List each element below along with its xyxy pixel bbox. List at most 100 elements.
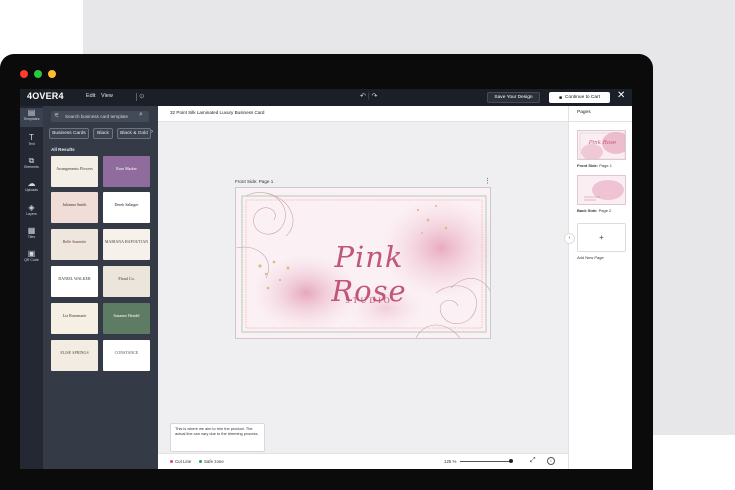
editor-screen: 4OVER4 Edit View ⊙ ↶ | ↷ Save Your Desig… bbox=[20, 89, 632, 469]
card-subtitle[interactable]: STUDIO bbox=[294, 296, 444, 305]
text-icon: T bbox=[29, 133, 34, 142]
results-heading: All Results bbox=[51, 147, 75, 152]
template-title: Suzanne Hendel bbox=[113, 313, 140, 318]
template-title: Belle Sonnette bbox=[62, 239, 87, 244]
search-input[interactable] bbox=[65, 112, 135, 121]
device-frame: 4OVER4 Edit View ⊙ ↶ | ↷ Save Your Desig… bbox=[0, 54, 653, 490]
minimize-window-dot[interactable] bbox=[48, 70, 56, 78]
chevron-right-icon[interactable]: › bbox=[151, 129, 153, 135]
rail-item-uploads[interactable]: ☁ Uploads bbox=[20, 179, 43, 193]
rail-label: Elements bbox=[24, 165, 39, 169]
pages-title: Pages bbox=[577, 110, 591, 115]
canvas-area: 32 Point Silk Laminated Luxury Business … bbox=[158, 106, 568, 469]
template-thumb[interactable]: Suzanne Hendel bbox=[103, 303, 150, 334]
zoom-level: 125 % bbox=[444, 459, 457, 464]
menu-divider bbox=[136, 93, 137, 101]
save-design-button[interactable]: Save Your Design bbox=[487, 92, 540, 103]
zoom-slider-handle[interactable] bbox=[509, 459, 513, 463]
template-search: ⚟ ⌕ bbox=[51, 111, 149, 122]
template-thumb[interactable]: Rose Marker bbox=[103, 156, 150, 187]
side-label: Front Side: Page 1 bbox=[235, 179, 274, 184]
search-icon[interactable]: ⌕ bbox=[139, 111, 143, 119]
cart-button-label: Continue to Cart bbox=[565, 95, 600, 100]
zoom-window-dot[interactable] bbox=[34, 70, 42, 78]
pages-panel: › Pages Pink Rose Front Side: Page 1 Bac… bbox=[564, 106, 632, 469]
page-thumb-back[interactable] bbox=[577, 175, 626, 205]
rail-label: QR Code bbox=[24, 258, 39, 262]
layers-icon: ◈ bbox=[28, 203, 35, 212]
cloud-sync-icon: ⊙ bbox=[139, 93, 145, 100]
front-page-label: Front Side: Page 1 bbox=[577, 163, 612, 168]
upload-icon: ☁ bbox=[27, 179, 36, 188]
top-bar: 4OVER4 Edit View ⊙ ↶ | ↷ Save Your Desig… bbox=[20, 89, 632, 106]
template-thumb[interactable]: Julianna Smith bbox=[51, 192, 98, 223]
filter-icon[interactable]: ⚟ bbox=[54, 112, 59, 119]
continue-to-cart-button[interactable]: ■ Continue to Cart bbox=[549, 92, 610, 103]
trim-note-tooltip: This is where we aim to trim the product… bbox=[170, 423, 265, 452]
back-page-preview bbox=[578, 176, 625, 204]
template-thumb[interactable]: DANIEL WALKER bbox=[51, 266, 98, 297]
template-title: Arrangements Flowers bbox=[56, 166, 93, 171]
rail-label: Layers bbox=[26, 212, 37, 216]
menu-edit[interactable]: Edit bbox=[86, 93, 95, 99]
template-thumb[interactable]: Liz Rosemarie bbox=[51, 303, 98, 334]
pages-header: Pages bbox=[569, 106, 632, 122]
page-thumb-front[interactable]: Pink Rose bbox=[577, 130, 626, 160]
rail-item-text[interactable]: T Text bbox=[20, 133, 43, 147]
add-page-button[interactable]: + bbox=[577, 223, 626, 252]
template-thumb[interactable]: MARIANA HAPOUTIAN bbox=[103, 229, 150, 260]
template-title: MARIANA HAPOUTIAN bbox=[104, 239, 149, 244]
templates-panel: ⚟ ⌕ Business Cards Black Black & Gold › … bbox=[43, 106, 179, 469]
rail-item-qr-code[interactable]: ▣ QR Code bbox=[20, 249, 43, 263]
add-page-label[interactable]: Add New Page bbox=[577, 255, 604, 260]
template-thumb[interactable]: Belle Sonnette bbox=[51, 229, 98, 260]
template-thumb[interactable]: CONSTANCE bbox=[103, 340, 150, 371]
tiles-icon: ▦ bbox=[27, 226, 36, 235]
cart-icon: ■ bbox=[559, 94, 563, 101]
template-title: Julianna Smith bbox=[62, 202, 87, 207]
brand-logo: 4OVER4 bbox=[27, 91, 64, 101]
template-title: Liz Rosemarie bbox=[62, 313, 87, 318]
templates-icon: ▤ bbox=[27, 108, 36, 117]
template-thumb[interactable]: Floral Co. bbox=[103, 266, 150, 297]
rail-item-layers[interactable]: ◈ Layers bbox=[20, 203, 43, 217]
zoom-slider[interactable] bbox=[460, 461, 512, 462]
filter-chip-business-cards[interactable]: Business Cards bbox=[49, 128, 89, 139]
more-options-icon[interactable]: ⋮ bbox=[484, 177, 491, 185]
template-title: CONSTANCE bbox=[114, 350, 139, 355]
info-icon[interactable]: i bbox=[547, 457, 555, 465]
rail-label: Uploads bbox=[25, 188, 38, 192]
template-thumb[interactable]: Arrangements Flowers bbox=[51, 156, 98, 187]
menu-view[interactable]: View bbox=[101, 93, 113, 99]
template-title: Rose Marker bbox=[116, 166, 137, 171]
back-page-label: Back Side: Page 2 bbox=[577, 208, 612, 213]
fullscreen-icon[interactable]: ⤢ bbox=[530, 457, 536, 465]
template-title: DANIEL WALKER bbox=[58, 276, 91, 281]
rail-item-templates[interactable]: ▤ Templates bbox=[20, 108, 43, 127]
close-icon[interactable]: ✕ bbox=[617, 90, 625, 101]
product-title: 32 Point Silk Laminated Luxury Business … bbox=[170, 110, 265, 115]
template-title: ELISE SPRINGS bbox=[60, 350, 89, 355]
rail-item-tiles[interactable]: ▦ Tiles bbox=[20, 226, 43, 240]
filter-chip-black-gold[interactable]: Black & Gold bbox=[117, 128, 151, 139]
rail-label: Tiles bbox=[27, 235, 36, 239]
template-title: Derek Salinger bbox=[114, 202, 139, 207]
template-thumb[interactable]: Derek Salinger bbox=[103, 192, 150, 223]
redo-icon[interactable]: ↷ bbox=[372, 93, 378, 100]
tool-rail: ▤ Templates T Text ⧉ Elements ☁ Uploads … bbox=[20, 106, 43, 469]
elements-icon: ⧉ bbox=[28, 156, 35, 165]
front-page-title: Pink Rose bbox=[588, 140, 617, 146]
safe-zone-label: Safe zone bbox=[204, 459, 224, 464]
product-title-bar: 32 Point Silk Laminated Luxury Business … bbox=[158, 106, 568, 122]
cut-line-label: Cut Line bbox=[175, 459, 192, 464]
safe-zone-dot bbox=[199, 460, 202, 463]
undo-icon[interactable]: ↶ | ↷ bbox=[360, 92, 377, 100]
rail-item-elements[interactable]: ⧉ Elements bbox=[20, 156, 43, 170]
filter-chip-black[interactable]: Black bbox=[93, 128, 113, 139]
canvas-status-bar: Cut Line Safe zone 125 % ⤢ i bbox=[158, 453, 568, 469]
rail-label: Templates bbox=[23, 117, 40, 121]
collapse-panel-icon[interactable]: › bbox=[564, 233, 575, 244]
template-thumb[interactable]: ELISE SPRINGS bbox=[51, 340, 98, 371]
close-window-dot[interactable] bbox=[20, 70, 28, 78]
business-card-canvas[interactable]: Pink Rose STUDIO bbox=[235, 187, 491, 339]
